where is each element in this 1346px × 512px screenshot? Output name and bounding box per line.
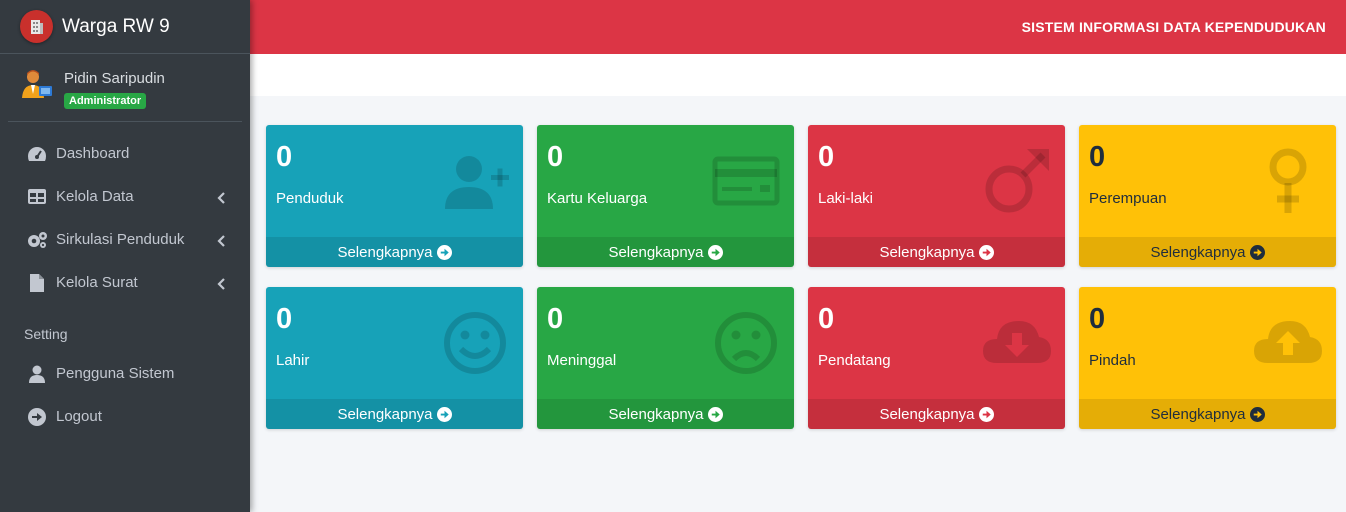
- user-plus-icon: [439, 145, 511, 217]
- stat-count: 0: [1089, 303, 1106, 335]
- arrow-circle-right-icon: [436, 244, 452, 260]
- chevron-left-icon: [216, 277, 226, 290]
- cloud-download-icon: [981, 307, 1053, 379]
- more-info-label: Selengkapnya: [879, 243, 975, 261]
- arrow-circle-right-icon: [978, 244, 994, 260]
- cogs-icon: [26, 230, 48, 250]
- more-info-link[interactable]: Selengkapnya: [537, 399, 794, 429]
- user-icon: [26, 364, 48, 384]
- more-info-label: Selengkapnya: [337, 243, 433, 261]
- arrow-circle-right-icon: [436, 406, 452, 422]
- stat-count: 0: [547, 303, 564, 335]
- stat-cards-grid: 0 Penduduk Selengkapnya 0 Kartu Keluarga…: [266, 125, 1336, 429]
- stat-card-laki-laki: 0 Laki-laki Selengkapnya: [808, 125, 1065, 267]
- top-navbar: SISTEM INFORMASI DATA KEPENDUDUKAN: [250, 0, 1346, 54]
- sidebar-item-kelola-surat[interactable]: Kelola Surat: [0, 261, 250, 304]
- sidebar-item-dashboard[interactable]: Dashboard: [0, 132, 250, 175]
- arrow-circle-right-icon: [707, 406, 723, 422]
- user-panel: Pidin Saripudin Administrator: [8, 54, 242, 122]
- nav-header-setting: Setting: [24, 326, 68, 342]
- stat-label: Meninggal: [547, 352, 617, 369]
- chevron-left-icon: [216, 234, 226, 247]
- stat-count: 0: [818, 303, 835, 335]
- file-icon: [26, 273, 48, 293]
- role-badge: Administrator: [64, 93, 147, 109]
- stat-count: 0: [818, 141, 835, 173]
- stat-label: Perempuan: [1089, 190, 1167, 207]
- sidebar-item-label: Kelola Data: [56, 188, 134, 205]
- sidebar-item-sirkulasi-penduduk[interactable]: Sirkulasi Penduduk: [0, 218, 250, 261]
- brand-title: Warga RW 9: [62, 15, 170, 37]
- more-info-label: Selengkapnya: [337, 405, 433, 423]
- frown-icon: [710, 307, 782, 379]
- more-info-label: Selengkapnya: [608, 243, 704, 261]
- arrow-circle-right-icon: [978, 406, 994, 422]
- table-icon: [26, 187, 48, 207]
- stat-card-pindah: 0 Pindah Selengkapnya: [1079, 287, 1336, 429]
- more-info-link[interactable]: Selengkapnya: [537, 237, 794, 267]
- mars-icon: [981, 145, 1053, 217]
- system-title: SISTEM INFORMASI DATA KEPENDUDUKAN: [1021, 19, 1326, 35]
- sidebar-item-label: Logout: [56, 408, 102, 425]
- stat-card-meninggal: 0 Meninggal Selengkapnya: [537, 287, 794, 429]
- more-info-label: Selengkapnya: [1150, 405, 1246, 423]
- more-info-label: Selengkapnya: [608, 405, 704, 423]
- stat-count: 0: [1089, 141, 1106, 173]
- more-info-link[interactable]: Selengkapnya: [808, 399, 1065, 429]
- stat-card-lahir: 0 Lahir Selengkapnya: [266, 287, 523, 429]
- stat-card-kartu-keluarga: 0 Kartu Keluarga Selengkapnya: [537, 125, 794, 267]
- arrow-circle-right-icon: [1249, 244, 1265, 260]
- more-info-link[interactable]: Selengkapnya: [808, 237, 1065, 267]
- more-info-link[interactable]: Selengkapnya: [1079, 399, 1336, 429]
- stat-card-perempuan: 0 Perempuan Selengkapnya: [1079, 125, 1336, 267]
- avatar: [20, 68, 54, 102]
- stat-label: Pindah: [1089, 352, 1136, 369]
- stat-card-pendatang: 0 Pendatang Selengkapnya: [808, 287, 1065, 429]
- stat-count: 0: [547, 141, 564, 173]
- credit-card-icon: [710, 145, 782, 217]
- more-info-link[interactable]: Selengkapnya: [1079, 237, 1336, 267]
- stat-count: 0: [276, 141, 293, 173]
- sidebar: Warga RW 9 Pidin Saripudin Administrator…: [0, 0, 250, 512]
- chevron-left-icon: [216, 191, 226, 204]
- more-info-link[interactable]: Selengkapnya: [266, 399, 523, 429]
- stat-label: Pendatang: [818, 352, 891, 369]
- content-header: [250, 54, 1346, 96]
- sidebar-item-label: Sirkulasi Penduduk: [56, 231, 185, 248]
- stat-label: Kartu Keluarga: [547, 190, 648, 207]
- sidebar-item-label: Dashboard: [56, 145, 130, 162]
- user-name[interactable]: Pidin Saripudin: [64, 68, 165, 90]
- venus-icon: [1252, 145, 1324, 217]
- stat-label: Penduduk: [276, 190, 344, 207]
- tachometer-icon: [26, 144, 48, 164]
- smile-icon: [439, 307, 511, 379]
- more-info-link[interactable]: Selengkapnya: [266, 237, 523, 267]
- brand-logo-icon: [20, 10, 53, 43]
- sidebar-setting-nav: Pengguna Sistem Logout: [0, 352, 250, 438]
- stat-label: Laki-laki: [818, 190, 874, 207]
- stat-count: 0: [276, 303, 293, 335]
- more-info-label: Selengkapnya: [1150, 243, 1246, 261]
- cloud-upload-icon: [1252, 307, 1324, 379]
- arrow-circle-right-icon: [707, 244, 723, 260]
- stat-card-penduduk: 0 Penduduk Selengkapnya: [266, 125, 523, 267]
- sidebar-item-logout[interactable]: Logout: [0, 395, 250, 438]
- stat-label: Lahir: [276, 352, 310, 369]
- sidebar-item-label: Pengguna Sistem: [56, 365, 175, 382]
- brand-link[interactable]: Warga RW 9: [0, 0, 250, 54]
- more-info-label: Selengkapnya: [879, 405, 975, 423]
- sidebar-item-pengguna-sistem[interactable]: Pengguna Sistem: [0, 352, 250, 395]
- sidebar-item-kelola-data[interactable]: Kelola Data: [0, 175, 250, 218]
- sidebar-nav: Dashboard Kelola Data Sirkulasi Penduduk…: [0, 122, 250, 304]
- arrow-circle-right-icon: [26, 407, 48, 427]
- arrow-circle-right-icon: [1249, 406, 1265, 422]
- sidebar-item-label: Kelola Surat: [56, 274, 138, 291]
